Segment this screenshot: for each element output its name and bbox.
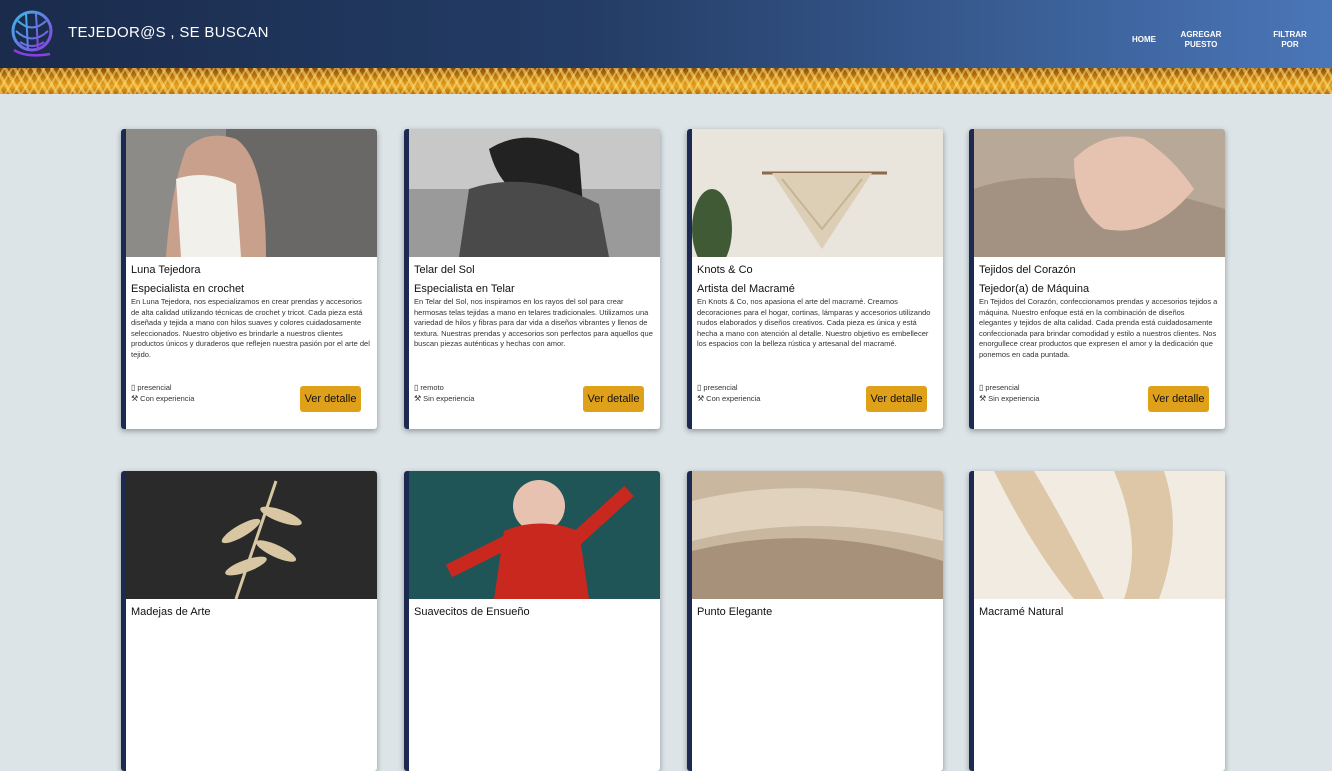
experience-label: Sin experiencia [423,394,475,403]
view-detail-button[interactable]: Ver detalle [300,386,361,412]
card-title: Suavecitos de Ensueño [414,606,530,618]
job-card: Telar del Sol Especialista en Telar En T… [404,129,660,429]
experience-level: ⚒ Con experiencia [697,394,760,403]
view-detail-button[interactable]: Ver detalle [583,386,644,412]
brand-title: TEJEDOR@S , SE BUSCAN [68,24,269,41]
card-title: Punto Elegante [697,606,773,618]
job-card: Madejas de Arte [121,471,377,771]
job-card: Macramé Natural [969,471,1225,771]
job-card: Punto Elegante [687,471,943,771]
hammer-icon: ⚒ [979,394,987,403]
card-subtitle: Especialista en Telar [414,283,515,295]
work-mode-label: presencial [137,383,172,392]
work-mode: ▯ presencial [131,383,172,392]
card-title: Madejas de Arte [131,606,211,618]
card-title: Tejidos del Corazón [979,264,1076,276]
card-description: En Telar del Sol, nos inspiramos en los … [414,297,653,348]
hammer-icon: ⚒ [414,394,422,403]
work-mode: ▯ presencial [697,383,738,392]
experience-label: Sin experiencia [988,394,1040,403]
experience-label: Con experiencia [140,394,195,403]
job-card: Suavecitos de Ensueño [404,471,660,771]
card-title: Knots & Co [697,264,753,276]
experience-level: ⚒ Con experiencia [131,394,194,403]
card-photo [409,471,660,599]
card-photo [126,471,377,599]
building-icon: ▯ [979,383,984,392]
card-description: En Luna Tejedora, nos especializamos en … [131,297,370,359]
experience-label: Con experiencia [706,394,761,403]
work-mode-label: presencial [703,383,738,392]
work-mode: ▯ presencial [979,383,1020,392]
card-photo [409,129,660,257]
work-mode: ▯ remoto [414,383,444,392]
building-icon: ▯ [697,383,702,392]
card-subtitle: Tejedor(a) de Máquina [979,283,1090,295]
hammer-icon: ⚒ [697,394,705,403]
building-icon: ▯ [131,383,136,392]
job-card: Knots & Co Artista del Macramé En Knots … [687,129,943,429]
experience-level: ⚒ Sin experiencia [979,394,1039,403]
view-detail-button[interactable]: Ver detalle [866,386,927,412]
job-card: Tejidos del Corazón Tejedor(a) de Máquin… [969,129,1225,429]
card-subtitle: Artista del Macramé [697,283,795,295]
card-title: Macramé Natural [979,606,1064,618]
hammer-icon: ⚒ [131,394,139,403]
card-photo [126,129,377,257]
nav-add-post-link[interactable]: AGREGAR PUESTO [1176,30,1226,50]
card-photo [692,471,943,599]
job-card: Luna Tejedora Especialista en crochet En… [121,129,377,429]
view-detail-button[interactable]: Ver detalle [1148,386,1209,412]
nav-home-link[interactable]: HOME [1124,35,1164,45]
work-mode-label: presencial [985,383,1020,392]
nav-filter-link[interactable]: FILTRAR POR [1270,30,1310,50]
work-mode-label: remoto [420,383,444,392]
card-photo [974,129,1225,257]
card-description: En Tejidos del Corazón, confeccionamos p… [979,297,1218,359]
wheat-banner [0,68,1332,94]
experience-level: ⚒ Sin experiencia [414,394,474,403]
card-title: Telar del Sol [414,264,475,276]
card-description: En Knots & Co, nos apasiona el arte del … [697,297,931,348]
card-photo [974,471,1225,599]
building-icon: ▯ [414,383,419,392]
card-photo [692,129,943,257]
top-header: TEJEDOR@S , SE BUSCAN HOME AGREGAR PUEST… [0,0,1332,68]
yarn-ball-logo-icon[interactable] [6,6,58,60]
card-subtitle: Especialista en crochet [131,283,245,295]
card-title: Luna Tejedora [131,264,201,276]
